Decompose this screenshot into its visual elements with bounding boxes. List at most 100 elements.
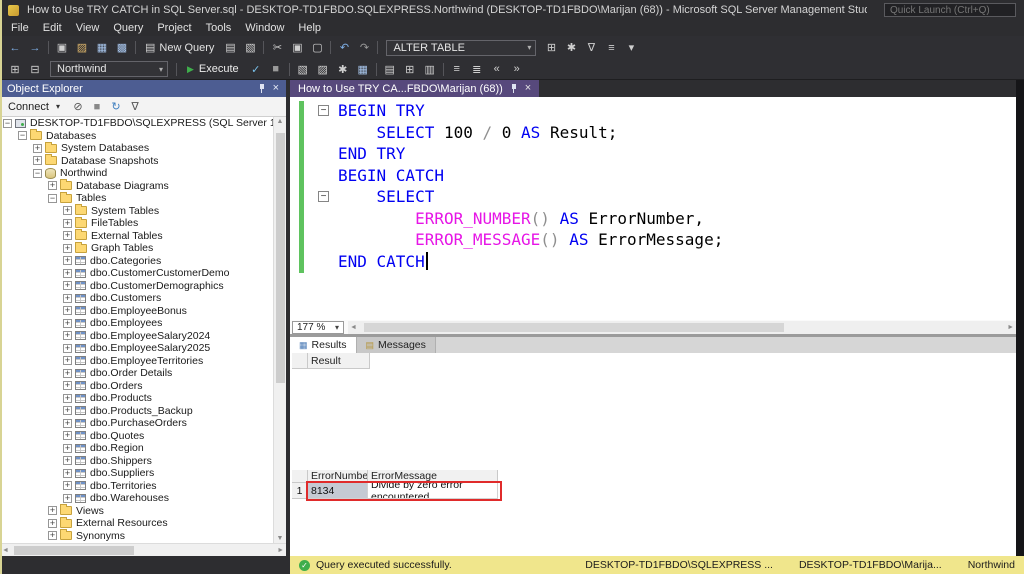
tree-item[interactable]: −DESKTOP-TD1FBDO\SQLEXPRESS (SQL Server …: [0, 117, 273, 130]
tree-item[interactable]: +External Tables: [0, 230, 273, 243]
properties-icon[interactable]: ✱: [562, 39, 580, 56]
expand-icon[interactable]: +: [63, 206, 72, 215]
tree-item[interactable]: +Views: [0, 505, 273, 518]
scroll-right-icon[interactable]: ►: [1007, 324, 1014, 331]
cut-icon[interactable]: ✂: [268, 39, 286, 56]
comment-lines-icon[interactable]: ≡: [602, 39, 620, 56]
menu-item-edit[interactable]: Edit: [36, 20, 69, 36]
code-line[interactable]: SELECT 100 / 0 AS Result;: [338, 122, 723, 144]
expand-icon[interactable]: +: [48, 181, 57, 190]
scroll-left-icon[interactable]: ◄: [350, 324, 357, 331]
copy-icon[interactable]: ▣: [288, 39, 306, 56]
menu-item-file[interactable]: File: [4, 20, 36, 36]
expand-icon[interactable]: +: [63, 381, 72, 390]
tree-item[interactable]: +Graph Tables: [0, 242, 273, 255]
table-designer-icon[interactable]: ⊞: [542, 39, 560, 56]
code-line[interactable]: END TRY: [338, 143, 723, 165]
results-to-grid-icon[interactable]: ⊞: [401, 61, 419, 78]
expand-icon[interactable]: +: [63, 219, 72, 228]
tree-item[interactable]: +FileTables: [0, 217, 273, 230]
tab-results[interactable]: ▦Results: [290, 337, 357, 353]
tree-item[interactable]: +dbo.EmployeeSalary2024: [0, 330, 273, 343]
stop-icon[interactable]: ■: [89, 98, 105, 115]
tree-item[interactable]: +System Databases: [0, 142, 273, 155]
menu-item-project[interactable]: Project: [150, 20, 198, 36]
new-project-icon[interactable]: ▣: [53, 39, 71, 56]
menu-item-window[interactable]: Window: [238, 20, 291, 36]
expand-icon[interactable]: +: [63, 494, 72, 503]
editor-scrollbar-strip[interactable]: [1016, 80, 1024, 556]
expand-icon[interactable]: +: [63, 469, 72, 478]
close-icon[interactable]: ×: [525, 83, 531, 94]
more-commands-icon[interactable]: ▾: [622, 39, 640, 56]
expand-icon[interactable]: +: [63, 231, 72, 240]
tree-item[interactable]: +dbo.CustomerCustomerDemo: [0, 267, 273, 280]
tab-messages[interactable]: ▤Messages: [357, 337, 436, 353]
column-header-errormessage[interactable]: ErrorMessage: [368, 470, 498, 483]
quick-launch-input[interactable]: [884, 3, 1016, 17]
tree-item[interactable]: +dbo.Territories: [0, 480, 273, 493]
refresh-icon[interactable]: ↻: [108, 98, 124, 115]
scrollbar-thumb[interactable]: [364, 323, 784, 332]
open-recent-icon[interactable]: ▧: [241, 39, 259, 56]
code-line[interactable]: BEGIN TRY: [338, 100, 723, 122]
database-combo[interactable]: Northwind▾: [50, 61, 168, 77]
tree-item[interactable]: +dbo.Employees: [0, 317, 273, 330]
tree-item[interactable]: +dbo.EmployeeTerritories: [0, 355, 273, 368]
close-icon[interactable]: ×: [273, 83, 279, 94]
menu-item-tools[interactable]: Tools: [199, 20, 239, 36]
expand-icon[interactable]: +: [63, 394, 72, 403]
scroll-right-icon[interactable]: ►: [277, 547, 284, 554]
comment-icon[interactable]: ≡: [448, 61, 466, 78]
tree-item[interactable]: +dbo.Region: [0, 442, 273, 455]
open-file-icon[interactable]: ▨: [73, 39, 91, 56]
tree-item[interactable]: +dbo.Categories: [0, 255, 273, 268]
save-icon[interactable]: ▦: [93, 39, 111, 56]
live-stats-icon[interactable]: ▨: [314, 61, 332, 78]
redo-icon[interactable]: ↷: [355, 39, 373, 56]
filter-icon[interactable]: ∇: [582, 39, 600, 56]
menu-item-query[interactable]: Query: [106, 20, 150, 36]
intellisense-icon[interactable]: ▦: [354, 61, 372, 78]
object-explorer-horizontal-scrollbar[interactable]: ◄ ►: [0, 543, 286, 556]
connect-dropdown[interactable]: Connect▾: [4, 101, 68, 113]
tree-item[interactable]: −Northwind: [0, 167, 273, 180]
increase-indent-icon[interactable]: »: [508, 61, 526, 78]
sql-editor[interactable]: −− BEGIN TRY SELECT 100 / 0 AS Result;EN…: [290, 97, 1016, 320]
menu-item-help[interactable]: Help: [291, 20, 328, 36]
expand-icon[interactable]: +: [63, 256, 72, 265]
tree-item[interactable]: +dbo.CustomerDemographics: [0, 280, 273, 293]
code-line[interactable]: SELECT: [338, 186, 723, 208]
expand-icon[interactable]: +: [33, 156, 42, 165]
tree-item[interactable]: +dbo.Order Details: [0, 367, 273, 380]
disconnect-icon[interactable]: ⊘: [70, 98, 86, 115]
query-options-icon[interactable]: ✱: [334, 61, 352, 78]
new-database-engine-query-icon[interactable]: ▤: [221, 39, 239, 56]
expand-icon[interactable]: +: [63, 244, 72, 253]
filter-icon[interactable]: ∇: [127, 98, 143, 115]
expand-icon[interactable]: +: [63, 444, 72, 453]
expand-icon[interactable]: +: [48, 531, 57, 540]
tree-item[interactable]: +dbo.Quotes: [0, 430, 273, 443]
tree-item[interactable]: +dbo.Warehouses: [0, 492, 273, 505]
expand-icon[interactable]: +: [63, 281, 72, 290]
scroll-left-icon[interactable]: ◄: [2, 547, 9, 554]
collapse-icon[interactable]: −: [3, 119, 12, 128]
paste-icon[interactable]: ▢: [308, 39, 326, 56]
expand-icon[interactable]: +: [63, 306, 72, 315]
collapse-icon[interactable]: −: [18, 131, 27, 140]
tree-item[interactable]: +System Tables: [0, 205, 273, 218]
tree-item[interactable]: +dbo.EmployeeSalary2025: [0, 342, 273, 355]
tree-item[interactable]: +dbo.EmployeeBonus: [0, 305, 273, 318]
execute-button[interactable]: ▶Execute: [180, 61, 246, 78]
expand-icon[interactable]: +: [63, 406, 72, 415]
expand-icon[interactable]: +: [63, 294, 72, 303]
tree-item[interactable]: −Tables: [0, 192, 273, 205]
scroll-up-icon[interactable]: ▲: [277, 118, 284, 125]
tree-item[interactable]: +dbo.Products_Backup: [0, 405, 273, 418]
column-header-result[interactable]: Result: [308, 353, 370, 369]
column-header-errornumber[interactable]: ErrorNumber: [308, 470, 368, 483]
expand-icon[interactable]: +: [63, 356, 72, 365]
tree-item[interactable]: +dbo.Suppliers: [0, 467, 273, 480]
scrollbar-thumb[interactable]: [14, 546, 134, 555]
